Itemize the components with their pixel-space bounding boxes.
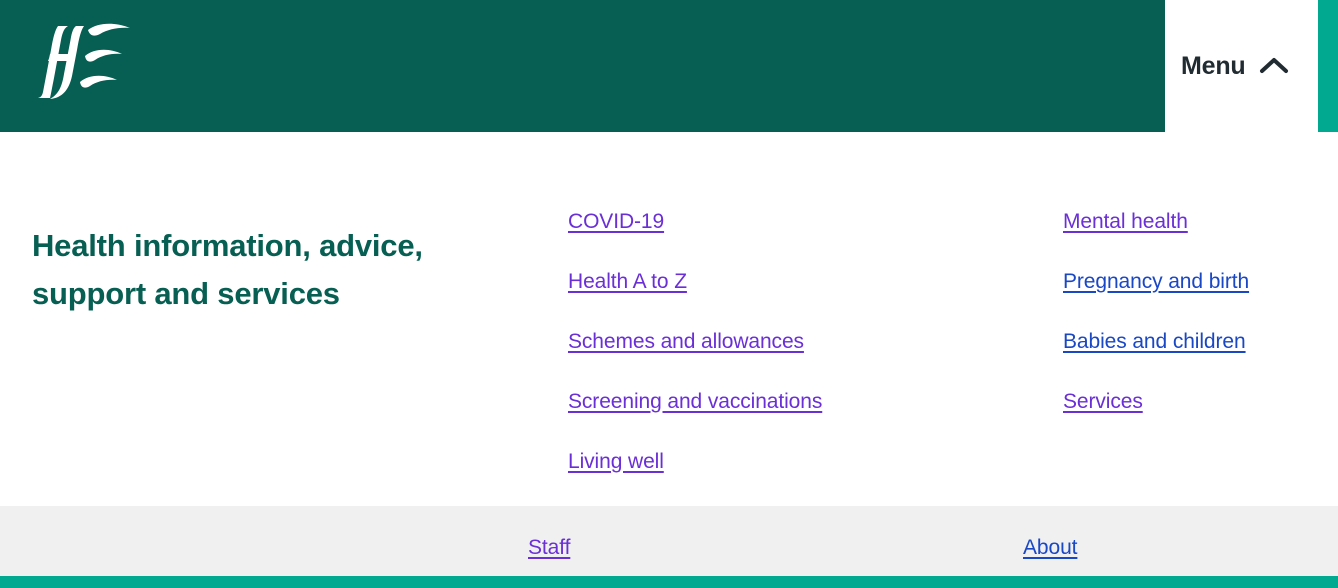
list-item: COVID-19 bbox=[568, 210, 1008, 234]
list-item: Health A to Z bbox=[568, 270, 1008, 294]
footer-teal-accent-bar bbox=[0, 576, 1338, 588]
menu-panel: Menu bbox=[1165, 0, 1318, 132]
menu-section-title: Health information, advice, support and … bbox=[32, 227, 423, 311]
menu-link-pregnancy-and-birth[interactable]: Pregnancy and birth bbox=[1063, 270, 1249, 293]
secondary-link-wrap-staff: Staff bbox=[528, 536, 570, 560]
menu-link-about[interactable]: About bbox=[1023, 536, 1077, 559]
menu-link-living-well[interactable]: Living well bbox=[568, 450, 664, 473]
list-item: Mental health bbox=[1063, 210, 1338, 234]
menu-link-babies-and-children[interactable]: Babies and children bbox=[1063, 330, 1246, 353]
list-item: Services bbox=[1063, 390, 1338, 414]
list-item: Babies and children bbox=[1063, 330, 1338, 354]
menu-link-covid-19[interactable]: COVID-19 bbox=[568, 210, 664, 233]
menu-toggle-label: Menu bbox=[1181, 51, 1246, 80]
list-item: Schemes and allowances bbox=[568, 330, 1008, 354]
secondary-link-wrap-about: About bbox=[1023, 536, 1077, 560]
menu-link-screening-and-vaccinations[interactable]: Screening and vaccinations bbox=[568, 390, 822, 413]
menu-toggle-button[interactable]: Menu bbox=[1165, 0, 1318, 132]
chevron-up-icon bbox=[1259, 56, 1289, 76]
menu-link-schemes-and-allowances[interactable]: Schemes and allowances bbox=[568, 330, 804, 353]
menu-secondary-band: Staff About bbox=[0, 506, 1338, 576]
menu-link-column-1: COVID-19 Health A to Z Schemes and allow… bbox=[528, 210, 1008, 474]
list-item: Screening and vaccinations bbox=[568, 390, 1008, 414]
hse-logo-link[interactable] bbox=[32, 18, 142, 100]
menu-link-health-a-to-z[interactable]: Health A to Z bbox=[568, 270, 687, 293]
header-green-bar bbox=[0, 0, 1165, 132]
header-teal-accent-strip bbox=[1318, 0, 1338, 132]
hse-logo-icon bbox=[38, 23, 130, 99]
menu-link-services[interactable]: Services bbox=[1063, 390, 1143, 413]
menu-link-staff[interactable]: Staff bbox=[528, 536, 570, 559]
list-item: Pregnancy and birth bbox=[1063, 270, 1338, 294]
site-header: Menu bbox=[0, 0, 1338, 132]
menu-link-mental-health[interactable]: Mental health bbox=[1063, 210, 1188, 233]
menu-link-column-2: Mental health Pregnancy and birth Babies… bbox=[1023, 210, 1338, 414]
menu-dropdown-panel: Health information, advice, support and … bbox=[0, 132, 1338, 506]
list-item: Living well bbox=[568, 450, 1008, 474]
